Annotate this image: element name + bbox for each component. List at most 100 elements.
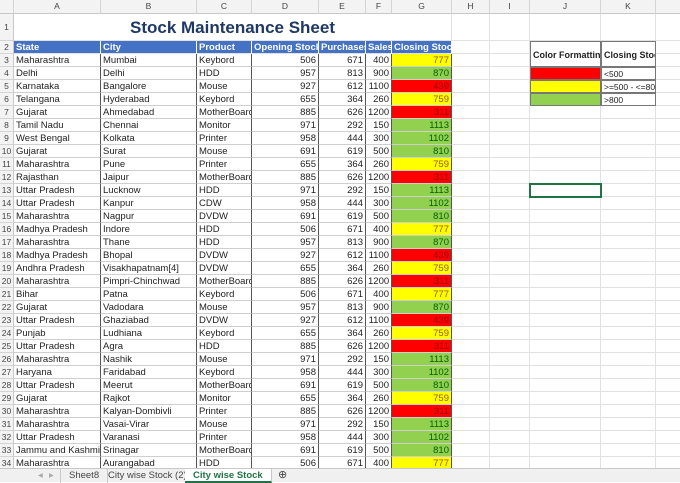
closing-stock-cell[interactable]: 1113 — [392, 353, 452, 366]
table-header[interactable]: Purchases — [319, 41, 366, 54]
cell[interactable] — [656, 288, 680, 301]
table-cell[interactable]: Keybord — [197, 54, 252, 67]
table-cell[interactable]: 927 — [252, 314, 319, 327]
cell[interactable] — [490, 379, 530, 392]
table-header[interactable]: State — [14, 41, 101, 54]
table-cell[interactable]: Maharashtra — [14, 210, 101, 223]
cell[interactable] — [530, 444, 601, 457]
cell[interactable] — [530, 106, 601, 119]
closing-stock-cell[interactable]: 1113 — [392, 119, 452, 132]
cell[interactable] — [601, 262, 656, 275]
table-cell[interactable]: Jammu and Kashmir — [14, 444, 101, 457]
cell[interactable] — [601, 340, 656, 353]
cell[interactable] — [601, 132, 656, 145]
closing-stock-cell[interactable]: 759 — [392, 327, 452, 340]
cell[interactable] — [530, 288, 601, 301]
closing-stock-cell[interactable]: 870 — [392, 301, 452, 314]
cell[interactable] — [601, 158, 656, 171]
table-cell[interactable]: 292 — [319, 119, 366, 132]
table-cell[interactable]: 813 — [319, 236, 366, 249]
table-cell[interactable]: Printer — [197, 431, 252, 444]
table-cell[interactable]: Keybord — [197, 327, 252, 340]
table-cell[interactable]: 150 — [366, 119, 392, 132]
table-cell[interactable]: 626 — [319, 340, 366, 353]
table-cell[interactable]: 400 — [366, 288, 392, 301]
cell[interactable] — [452, 418, 490, 431]
cell[interactable] — [601, 314, 656, 327]
table-cell[interactable]: HDD — [197, 457, 252, 468]
table-cell[interactable]: Maharashtra — [14, 158, 101, 171]
cell[interactable] — [452, 340, 490, 353]
table-cell[interactable]: 971 — [252, 119, 319, 132]
table-cell[interactable]: MotherBoard — [197, 106, 252, 119]
table-cell[interactable]: 1100 — [366, 80, 392, 93]
row-header[interactable]: 13 — [0, 184, 14, 197]
closing-stock-cell[interactable]: 1102 — [392, 132, 452, 145]
table-cell[interactable]: 885 — [252, 275, 319, 288]
cell[interactable] — [601, 405, 656, 418]
row-header[interactable]: 31 — [0, 418, 14, 431]
table-cell[interactable]: 671 — [319, 457, 366, 468]
cell[interactable] — [490, 184, 530, 197]
table-cell[interactable]: Vadodara — [101, 301, 197, 314]
cell[interactable] — [452, 431, 490, 444]
cell[interactable] — [530, 132, 601, 145]
table-cell[interactable]: Rajkot — [101, 392, 197, 405]
legend-label[interactable]: >800 — [601, 93, 656, 106]
table-cell[interactable]: HDD — [197, 340, 252, 353]
cell[interactable] — [452, 145, 490, 158]
cell[interactable] — [452, 210, 490, 223]
table-cell[interactable]: MotherBoard — [197, 171, 252, 184]
cell[interactable] — [452, 41, 490, 54]
legend-swatch[interactable] — [530, 67, 601, 80]
cell[interactable] — [530, 236, 601, 249]
closing-stock-cell[interactable]: 759 — [392, 392, 452, 405]
table-cell[interactable]: 364 — [319, 262, 366, 275]
table-cell[interactable]: Madhya Pradesh — [14, 223, 101, 236]
cell[interactable] — [601, 119, 656, 132]
cell[interactable] — [656, 80, 680, 93]
cell[interactable] — [601, 249, 656, 262]
table-cell[interactable]: 612 — [319, 249, 366, 262]
table-cell[interactable]: Ludhiana — [101, 327, 197, 340]
cell[interactable] — [656, 418, 680, 431]
closing-stock-cell[interactable]: 759 — [392, 262, 452, 275]
table-cell[interactable]: Uttar Pradesh — [14, 314, 101, 327]
cell[interactable] — [656, 67, 680, 80]
cell[interactable] — [452, 171, 490, 184]
table-cell[interactable]: Lucknow — [101, 184, 197, 197]
column-header-F[interactable]: F — [366, 0, 392, 14]
table-cell[interactable]: Maharashtra — [14, 405, 101, 418]
table-cell[interactable]: 260 — [366, 262, 392, 275]
table-cell[interactable]: Pimpri-Chinchwad — [101, 275, 197, 288]
table-cell[interactable]: 958 — [252, 366, 319, 379]
row-header[interactable]: 4 — [0, 67, 14, 80]
table-cell[interactable]: Mouse — [197, 80, 252, 93]
table-cell[interactable]: 958 — [252, 431, 319, 444]
table-cell[interactable]: 900 — [366, 301, 392, 314]
table-cell[interactable]: 655 — [252, 327, 319, 340]
cell[interactable] — [601, 171, 656, 184]
cell[interactable] — [601, 392, 656, 405]
table-cell[interactable]: 655 — [252, 262, 319, 275]
table-cell[interactable]: MotherBoard — [197, 379, 252, 392]
table-cell[interactable]: Thane — [101, 236, 197, 249]
row-header[interactable]: 11 — [0, 158, 14, 171]
table-cell[interactable]: HDD — [197, 184, 252, 197]
cell[interactable] — [530, 184, 601, 197]
table-cell[interactable]: Maharashtra — [14, 418, 101, 431]
table-cell[interactable]: Visakhapatnam[4] — [101, 262, 197, 275]
closing-stock-cell[interactable]: 1113 — [392, 184, 452, 197]
cell[interactable] — [490, 197, 530, 210]
cell[interactable] — [530, 171, 601, 184]
row-header[interactable]: 7 — [0, 106, 14, 119]
table-cell[interactable]: MotherBoard — [197, 444, 252, 457]
cell[interactable] — [452, 14, 490, 41]
row-header[interactable]: 14 — [0, 197, 14, 210]
row-header[interactable]: 19 — [0, 262, 14, 275]
table-cell[interactable]: Delhi — [101, 67, 197, 80]
cell[interactable] — [452, 158, 490, 171]
table-cell[interactable]: Monitor — [197, 119, 252, 132]
closing-stock-cell[interactable]: 777 — [392, 54, 452, 67]
table-cell[interactable]: 364 — [319, 93, 366, 106]
